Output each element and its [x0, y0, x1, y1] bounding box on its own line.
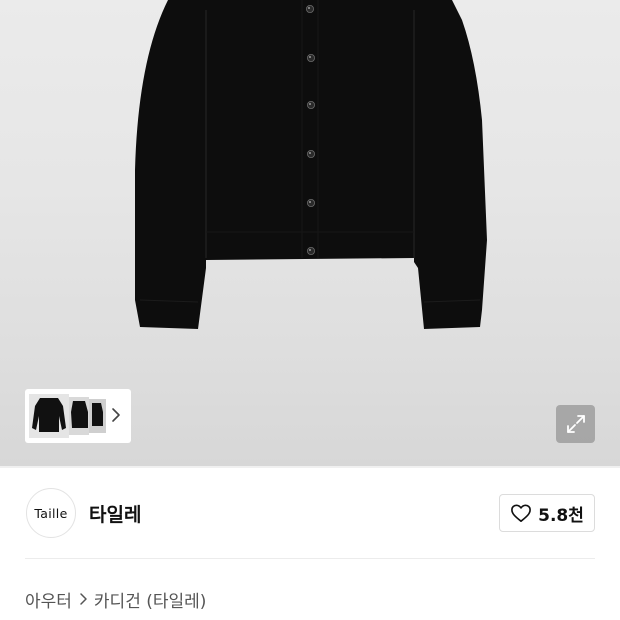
brand-logo-text: Taille	[34, 505, 68, 521]
divider	[25, 558, 595, 559]
like-count: 5.8천	[538, 505, 584, 526]
breadcrumb-category[interactable]: 아우터	[25, 587, 72, 612]
breadcrumb-subcategory[interactable]: 카디건 (타일레)	[94, 587, 207, 612]
product-detail-screen: Taille 타일레 5.8천 아우터 카디건 (타일레)	[0, 0, 620, 620]
expand-arrows-icon	[566, 415, 585, 433]
expand-image-button[interactable]	[556, 405, 595, 443]
brand-row: Taille 타일레 5.8천	[0, 468, 620, 558]
chevron-right-icon[interactable]	[111, 407, 121, 423]
heart-outline-icon	[511, 504, 532, 522]
thumbnail-strip[interactable]	[25, 389, 131, 443]
product-image[interactable]	[0, 0, 620, 466]
like-button[interactable]: 5.8천	[499, 494, 595, 532]
breadcrumb: 아우터 카디건 (타일레)	[25, 586, 206, 612]
brand-name[interactable]: 타일레	[89, 500, 141, 527]
thumbnail-list	[28, 392, 108, 440]
thumbnail-images	[28, 392, 108, 440]
chevron-right-icon	[80, 593, 87, 605]
brand-logo[interactable]: Taille	[26, 488, 76, 538]
